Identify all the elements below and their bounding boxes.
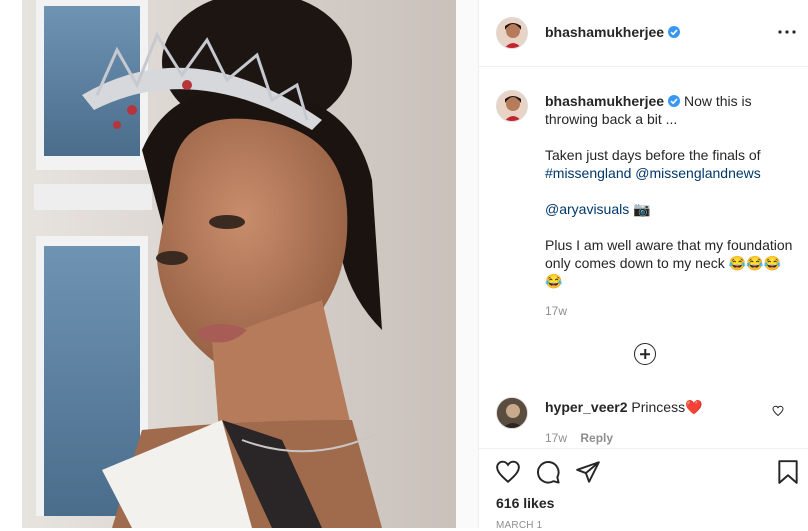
post-date[interactable]: MARCH 1 xyxy=(496,520,542,531)
post-actions: 616 likes MARCH 1 xyxy=(479,448,808,531)
caption-line-4: Plus I am well aware that my foundation … xyxy=(545,236,795,290)
caption-line-2: Taken just days before the finals of #mi… xyxy=(545,146,795,182)
caption-age[interactable]: 17w xyxy=(545,302,795,320)
post-photo-illustration xyxy=(22,0,456,528)
commenter-avatar-image xyxy=(497,398,527,428)
author-username[interactable]: bhashamukherjee xyxy=(545,24,664,40)
comment-age[interactable]: 17w xyxy=(545,431,567,445)
author-avatar-image xyxy=(504,23,522,48)
hashtag-link[interactable]: #missengland xyxy=(545,165,631,181)
mention-link-aryavisuals[interactable]: @aryavisuals xyxy=(545,201,629,217)
caption-author-avatar[interactable] xyxy=(496,90,528,122)
likes-count[interactable]: 616 likes xyxy=(496,495,554,511)
caption-line-3: @aryavisuals 📷 xyxy=(545,200,795,218)
verified-icon xyxy=(668,95,681,107)
post-side-panel: bhashamukherjee bhashamukherjee Now this… xyxy=(478,0,808,531)
photo-side-strip xyxy=(456,0,478,528)
post-photo[interactable] xyxy=(22,0,456,528)
like-icon[interactable] xyxy=(495,459,521,485)
comment-text: Princess xyxy=(631,399,686,415)
load-more-comments-icon[interactable] xyxy=(634,343,656,365)
left-gutter xyxy=(0,0,22,528)
more-options-icon[interactable] xyxy=(775,24,799,40)
verified-icon xyxy=(668,26,681,38)
author-avatar[interactable] xyxy=(496,17,528,49)
header-author: bhashamukherjee xyxy=(545,24,681,42)
commenter-avatar[interactable] xyxy=(496,397,528,429)
save-icon[interactable] xyxy=(775,459,801,485)
post-caption: bhashamukherjee Now this is throwing bac… xyxy=(545,92,795,320)
post-header: bhashamukherjee xyxy=(479,0,808,67)
share-icon[interactable] xyxy=(575,459,601,485)
caption-author-avatar-image xyxy=(504,96,522,121)
comment-username[interactable]: hyper_veer2 xyxy=(545,399,628,415)
comment-meta: 17w Reply xyxy=(545,431,613,445)
caption-text-finals: Taken just days before the finals of xyxy=(545,147,761,163)
caption-username[interactable]: bhashamukherjee xyxy=(545,93,664,109)
caption-line-1: bhashamukherjee Now this is throwing bac… xyxy=(545,92,795,128)
comment-like-icon[interactable] xyxy=(772,405,784,417)
mention-link-missenglandnews[interactable]: @missenglandnews xyxy=(635,165,761,181)
heart-emoji: ❤️ xyxy=(685,399,703,415)
comment-icon[interactable] xyxy=(535,459,561,485)
camera-emoji: 📷 xyxy=(633,201,651,217)
comment-item: hyper_veer2 Princess❤️ xyxy=(545,398,765,416)
reply-button[interactable]: Reply xyxy=(580,431,613,445)
